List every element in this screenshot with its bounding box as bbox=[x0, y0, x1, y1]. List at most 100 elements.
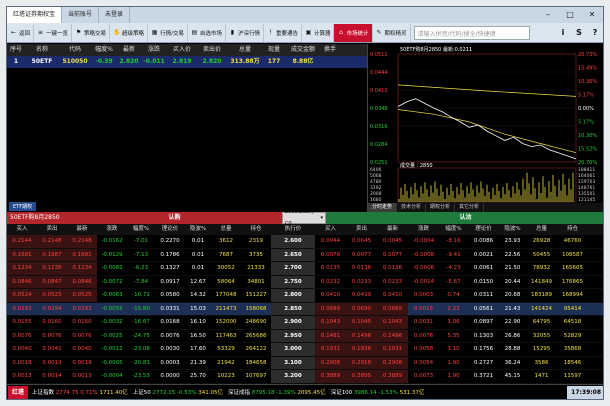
put-col-header[interactable]: 总量 bbox=[526, 224, 557, 235]
chart-tab[interactable]: 技术分析 bbox=[397, 203, 427, 212]
info-icon[interactable]: i bbox=[555, 28, 571, 37]
index-ticker[interactable]: 上证指数 2774.75 0.71% 1711.40亿 bbox=[32, 388, 128, 396]
main-toolbar: ← 返回 ≡ 一键一览 ⚑ 策略交易 ✋ 超级策略 ▦ 行情/交易 ▤ 自选市场 ▮ 沪深行情! 重要通告 ▣… bbox=[7, 23, 603, 43]
quote-col-header[interactable]: 涨跌 bbox=[141, 44, 167, 56]
index-ticker[interactable]: 深证成指 8795.18 -1.39% 2095.45亿 bbox=[228, 388, 326, 396]
chart-tab[interactable]: 期权分析 bbox=[426, 203, 456, 212]
toolbar-button-2[interactable]: ⚑ 策略交易 bbox=[72, 23, 111, 42]
option-row[interactable]: 0.0293 0.0294 0.0293 -0.0055 -15.80 0.0331 15.… bbox=[7, 302, 603, 316]
option-row[interactable]: 0.2144 0.2148 0.2148 -0.0162 -7.01 0.2270 0.01… bbox=[7, 235, 603, 249]
option-row[interactable]: 0.0040 0.0041 0.0040 -0.0012 -23.08 0.0030 17.… bbox=[7, 343, 603, 357]
put-col-header[interactable]: 持仓 bbox=[557, 224, 588, 235]
put-col-header[interactable]: 幅度% bbox=[439, 224, 468, 235]
put-cell: 28.88 bbox=[504, 346, 521, 352]
put-cell: 0.0233 bbox=[351, 278, 372, 285]
strike-col-header[interactable]: 执行价 bbox=[271, 224, 315, 235]
call-cell: 107697 bbox=[245, 373, 267, 379]
put-cell: 0.2918 bbox=[346, 356, 377, 369]
quote-col-header[interactable]: 卖出价 bbox=[197, 44, 227, 56]
toolbar-button-7[interactable]: ! 重要通告 bbox=[264, 23, 302, 42]
put-col-header[interactable]: 卖出 bbox=[346, 224, 377, 235]
maximize-button[interactable]: □ bbox=[559, 7, 581, 23]
call-cell: 0.01 bbox=[191, 265, 205, 271]
close-button[interactable]: ✕ bbox=[581, 7, 603, 23]
call-col-header[interactable]: 买入 bbox=[7, 224, 37, 235]
quote-col-header[interactable]: 买入价 bbox=[167, 44, 197, 56]
call-col-header[interactable]: 持仓 bbox=[241, 224, 271, 235]
quote-col-header[interactable]: 现量 bbox=[263, 44, 285, 56]
call-col-header[interactable]: 隐波% bbox=[185, 224, 211, 235]
quote-col-header[interactable]: 换手 bbox=[321, 44, 339, 56]
chart-tab[interactable]: 其它分析 bbox=[455, 203, 485, 212]
put-cell: 11597 bbox=[563, 373, 582, 379]
quote-col-header[interactable]: 序号 bbox=[7, 44, 25, 56]
quote-col-header[interactable]: 代码 bbox=[59, 44, 91, 56]
toolbar-button-6[interactable]: ▮ 沪深行情 bbox=[226, 23, 264, 42]
put-cell: 0.0077 bbox=[351, 251, 372, 258]
search-input[interactable]: 请输入拼音/代码/搜全/快捷键 bbox=[413, 25, 530, 40]
put-cell: 0.0233 bbox=[382, 278, 403, 285]
quote-col-header[interactable]: 最新 bbox=[117, 44, 141, 56]
quote-cell: -0.011 bbox=[143, 58, 165, 65]
index-ticker[interactable]: 深证100 3986.14 -1.53% 531.37亿 bbox=[331, 388, 425, 396]
put-cell: 168994 bbox=[562, 292, 583, 298]
toolbar-button-8[interactable]: ▣ 计算器 bbox=[302, 23, 335, 42]
call-col-header[interactable]: 理论价 bbox=[155, 224, 185, 235]
option-row[interactable]: 0.0013 0.0014 0.0013 -0.0004 -23.53 0.0000 25.… bbox=[7, 370, 603, 384]
call-cell: 211473 bbox=[215, 305, 237, 312]
window-tab-app[interactable]: 红塔证券期权宝 bbox=[7, 7, 63, 23]
call-cell: 177048 bbox=[215, 292, 237, 298]
put-cell: 0.1936 bbox=[346, 343, 377, 356]
put-col-header[interactable]: 理论价 bbox=[468, 224, 499, 235]
call-cell: 0.0293 bbox=[12, 305, 32, 312]
toolbar-button-0[interactable]: ← 返回 bbox=[7, 23, 35, 42]
toolbar-button-1[interactable]: ≡ 一键一览 bbox=[34, 23, 73, 42]
quote-row[interactable]: 1 50ETF 510050 -0.39 2.820 -0.011 2.819 2.820 31… bbox=[7, 56, 367, 68]
call-col-header[interactable]: 幅度% bbox=[127, 224, 155, 235]
index-value: 8795.18 bbox=[251, 390, 277, 396]
call-col-header[interactable]: 卖出 bbox=[37, 224, 67, 235]
call-col-header[interactable]: 总量 bbox=[211, 224, 241, 235]
put-cell: 20.44 bbox=[504, 278, 521, 285]
quote-col-header[interactable]: 总量 bbox=[227, 44, 263, 56]
toolbar-button-9[interactable]: ⌂ 市场统计 bbox=[334, 23, 373, 42]
call-cell: -7.84 bbox=[133, 278, 149, 285]
call-cell: 12.67 bbox=[190, 278, 206, 285]
call-cell: -0.0063 bbox=[101, 292, 123, 298]
call-cell: 0.2144 bbox=[7, 235, 37, 248]
month-select[interactable]: 2019年08月 C0 ▾ bbox=[282, 209, 326, 227]
s-icon[interactable]: S bbox=[571, 28, 587, 37]
option-row[interactable]: 0.0076 0.0076 0.0076 -0.0025 -24.75 0.0076 16.… bbox=[7, 329, 603, 343]
toolbar-button-5[interactable]: ▤ 自选市场 bbox=[188, 23, 226, 42]
call-col-header[interactable]: 涨跌 bbox=[97, 224, 127, 235]
help-icon[interactable]: ? bbox=[587, 28, 603, 37]
put-cell: 0.1481 bbox=[315, 329, 346, 342]
option-row[interactable]: 0.1234 0.1238 0.1234 -0.0082 -6.23 0.1327 0.01… bbox=[7, 262, 603, 276]
index-ticker[interactable]: 上证50 2772.15 -0.53% 341.05亿 bbox=[133, 388, 223, 396]
option-row[interactable]: 0.0018 0.0019 0.0019 -0.0005 -20.83 0.0003 21.… bbox=[7, 356, 603, 370]
quote-col-header[interactable]: 幅度% bbox=[91, 44, 117, 56]
minimize-button[interactable]: – bbox=[537, 7, 559, 23]
option-row[interactable]: 0.1681 0.1687 0.1681 -0.0129 -7.13 0.1786 0.01… bbox=[7, 248, 603, 262]
call-cell: 16.10 bbox=[190, 319, 206, 325]
toolbar-button-label: 市场统计 bbox=[346, 30, 369, 37]
option-row[interactable]: 0.0155 0.0160 0.0160 -0.0032 -16.67 0.0168 16.… bbox=[7, 316, 603, 330]
tab-etf-options[interactable]: ETF期权 bbox=[9, 202, 37, 211]
window-tab-login[interactable]: 未登录 bbox=[99, 7, 131, 23]
call-col-header[interactable]: 最新 bbox=[67, 224, 97, 235]
chart-tab[interactable]: 分时走势 bbox=[368, 203, 398, 212]
put-col-header[interactable]: 隐波% bbox=[499, 224, 526, 235]
option-row[interactable]: 0.0524 0.0525 0.0525 -0.0063 -10.71 0.0580 14.… bbox=[7, 289, 603, 303]
put-col-header[interactable]: 最新 bbox=[377, 224, 408, 235]
toolbar-button-3[interactable]: ✋ 超级策略 bbox=[110, 23, 149, 42]
quote-col-header[interactable]: 名称 bbox=[25, 44, 59, 56]
toolbar-button-10[interactable]: ✎ 期权精灵 bbox=[373, 23, 411, 42]
put-col-header[interactable]: 涨跌 bbox=[408, 224, 439, 235]
option-row[interactable]: 0.0846 0.0847 0.0846 -0.0072 -7.84 0.0917 12.6… bbox=[7, 275, 603, 289]
window-tab-account[interactable]: 当前账号 bbox=[62, 7, 100, 23]
put-col-header[interactable]: 买入 bbox=[315, 224, 346, 235]
quote-col-header[interactable]: 成交金额 bbox=[285, 44, 321, 56]
toolbar-button-4[interactable]: ▦ 行情/交易 bbox=[148, 23, 188, 42]
index-amount: 531.37亿 bbox=[399, 390, 425, 396]
put-cell: 0.1043 bbox=[377, 316, 408, 329]
